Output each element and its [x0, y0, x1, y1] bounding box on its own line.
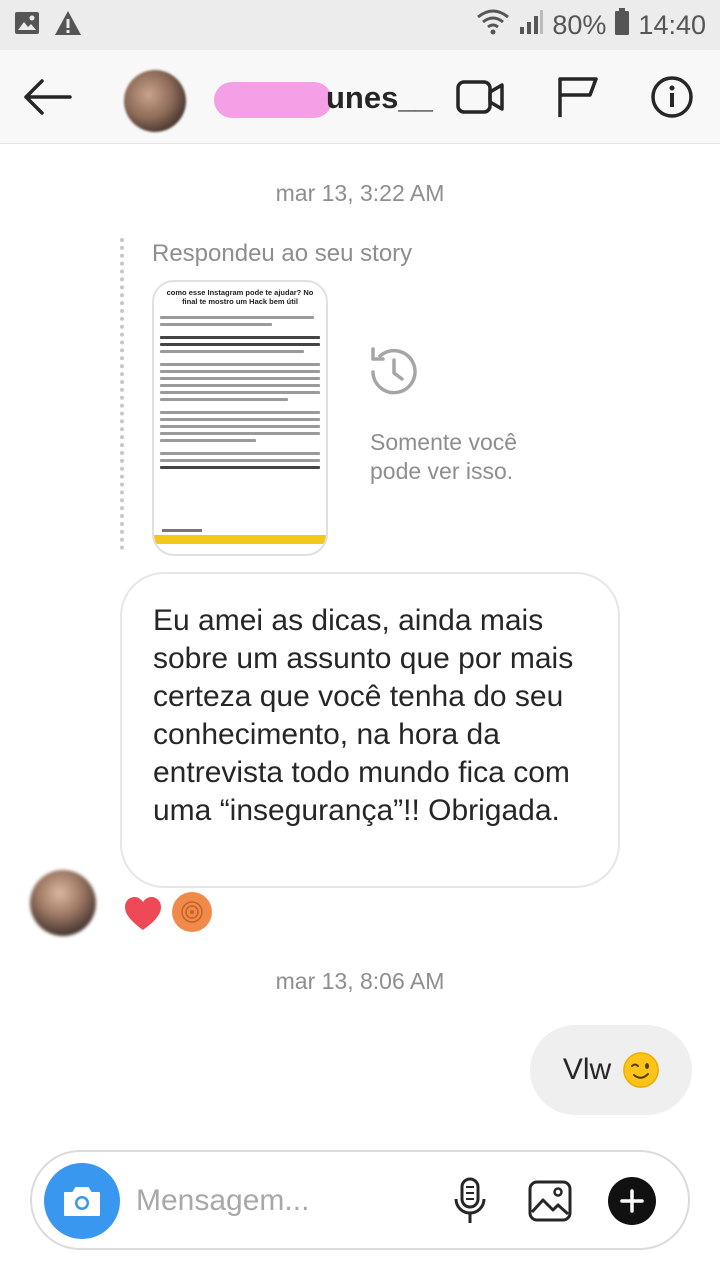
incoming-message-text: Eu amei as dicas, ainda mais sobre um as… [153, 604, 574, 827]
timestamp: mar 13, 3:22 AM [275, 180, 445, 206]
history-icon [371, 347, 417, 395]
warning-icon [54, 10, 82, 41]
back-button[interactable] [20, 72, 74, 122]
story-title: como esse Instagram pode te ajudar? No f… [166, 288, 314, 306]
sender-avatar[interactable] [30, 870, 96, 936]
plus-button[interactable] [608, 1177, 656, 1225]
microphone-button[interactable] [446, 1176, 494, 1226]
battery-percent: 80% [552, 9, 607, 40]
story-thumbnail[interactable]: como esse Instagram pode te ajudar? No f… [152, 280, 328, 556]
outgoing-message[interactable]: Vlw [530, 1025, 692, 1115]
username-redaction [214, 82, 332, 118]
message-composer [30, 1150, 690, 1250]
camera-button[interactable] [44, 1163, 120, 1239]
message-input[interactable] [136, 1180, 436, 1222]
clock: 14:40 [638, 9, 706, 40]
battery-icon [614, 7, 630, 43]
incoming-message[interactable]: Eu amei as dicas, ainda mais sobre um as… [120, 572, 620, 888]
gallery-button[interactable] [526, 1176, 574, 1226]
status-bar: 80% 14:40 [0, 0, 720, 50]
image-icon [14, 11, 40, 40]
visibility-note: Somente você pode ver isso. [370, 429, 518, 484]
winking-face-icon [623, 1052, 660, 1088]
avatar[interactable] [124, 70, 186, 132]
reactor-avatar[interactable] [172, 892, 212, 932]
info-button[interactable] [644, 72, 700, 122]
camera-icon [64, 1187, 100, 1216]
back-arrow-icon [24, 79, 72, 115]
signal-icon [518, 9, 544, 42]
timestamp: mar 13, 8:06 AM [275, 968, 445, 994]
flag-icon [558, 77, 598, 117]
microphone-icon [454, 1177, 486, 1223]
gallery-icon [528, 1180, 572, 1222]
reply-divider [120, 238, 124, 550]
video-call-icon [456, 80, 504, 114]
outgoing-message-text: Vlw [562, 1053, 612, 1086]
wifi-icon [476, 8, 510, 43]
story-reply-label: Respondeu ao seu story [152, 240, 413, 267]
heart-icon[interactable] [124, 896, 162, 932]
plus-icon [620, 1189, 644, 1213]
chat-header: unes__ [0, 50, 720, 144]
reactor-avatar-icon [181, 901, 203, 923]
info-icon [651, 76, 693, 118]
video-call-button[interactable] [452, 72, 508, 122]
username[interactable]: unes__ [326, 80, 433, 116]
flag-button[interactable] [550, 72, 606, 122]
